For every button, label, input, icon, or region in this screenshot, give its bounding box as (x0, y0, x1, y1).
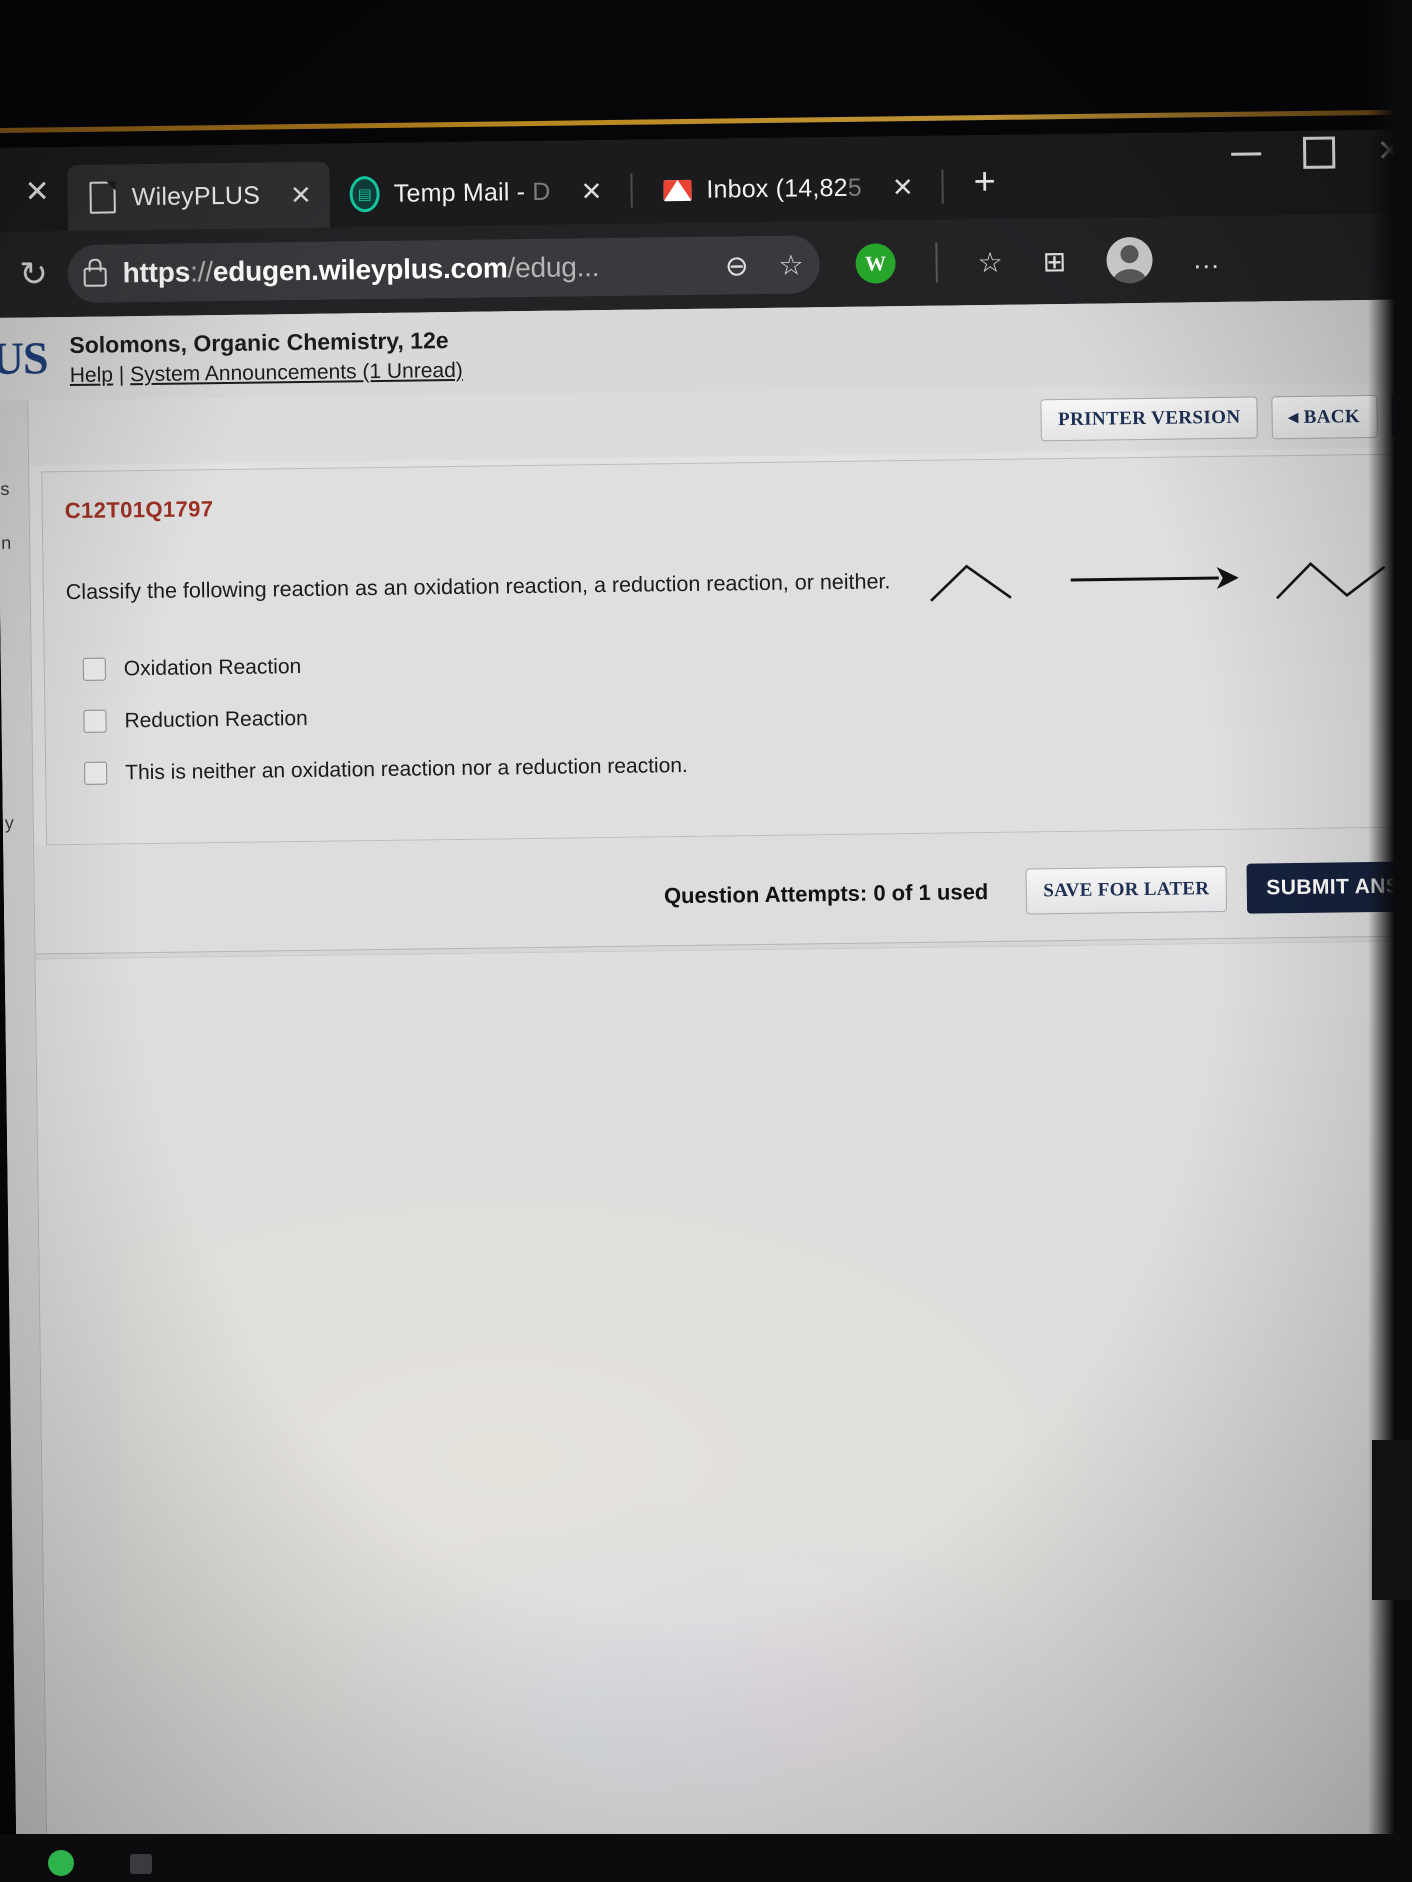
close-icon[interactable]: ✕ (580, 176, 602, 207)
question-prompt: Classify the following reaction as an ox… (65, 569, 891, 605)
checkbox-oxidation[interactable] (82, 657, 106, 682)
submit-answer-button[interactable]: SUBMIT ANSWER (1246, 860, 1412, 914)
close-icon[interactable]: ✕ (892, 171, 914, 202)
content-area: s n y PRINTER VERSION ◂ BACK NEXT ▸ C12T… (0, 381, 1412, 1860)
tab-wileyplus[interactable]: WileyPLUS ✕ (67, 161, 331, 232)
leftmost-close-icon[interactable]: ✕ (10, 175, 68, 232)
screen-content: ✕ WileyPLUS ✕ ▤ Temp Mail - D ✕ Inbox (1… (0, 129, 1412, 1882)
reload-icon[interactable]: ↻ (9, 255, 57, 293)
empty-content-region (35, 940, 1412, 1860)
header-links: Help | System Announcements (1 Unread) (70, 359, 463, 388)
option-neither[interactable]: This is neither an oxidation reaction no… (84, 744, 1412, 786)
tab-divider (941, 169, 944, 204)
reaction-arrow-icon (1070, 566, 1239, 589)
checkbox-neither[interactable] (84, 761, 108, 786)
question-body: Classify the following reaction as an ox… (43, 506, 1412, 625)
reading-list-icon[interactable]: ☆ (977, 245, 1003, 278)
question-attempts: Question Attempts: 0 of 1 used (663, 878, 989, 909)
wiley-extension-icon[interactable]: W (855, 243, 896, 284)
url-input[interactable]: https://edugen.wileyplus.com/edug... ⊖ ☆ (67, 235, 820, 304)
window-controls: ✕ (1231, 135, 1412, 169)
tempmail-icon: ▤ (349, 175, 381, 213)
wileyplus-logo[interactable]: US (0, 331, 48, 384)
option-label: Oxidation Reaction (123, 654, 302, 681)
assignment-pane: PRINTER VERSION ◂ BACK NEXT ▸ C12T01Q179… (28, 381, 1412, 1860)
hydroxyl-label: OH (1394, 555, 1412, 594)
question-footer: Question Attempts: 0 of 1 used SAVE FOR … (34, 826, 1412, 954)
answer-options: Oxidation Reaction Reduction Reaction Th… (44, 605, 1412, 786)
monitor-bezel-highlight (0, 109, 1412, 133)
tab-title-truncated: 5 (847, 173, 863, 202)
rail-item-0[interactable]: s (0, 479, 9, 500)
question-box: C12T01Q1797 Classify the following react… (41, 452, 1412, 846)
course-title: Solomons, Organic Chemistry, 12e (69, 327, 449, 359)
rail-item-2[interactable]: y (5, 813, 14, 834)
links-divider: | (118, 363, 125, 387)
maximize-icon[interactable] (1302, 136, 1336, 169)
tab-divider (630, 173, 633, 208)
bezel-right-panel (1372, 1440, 1412, 1600)
option-label: This is neither an oxidation reaction no… (125, 753, 688, 785)
gmail-icon (662, 175, 692, 205)
url-text: https://edugen.wileyplus.com/edug... (122, 251, 600, 289)
tab-title: Temp Mail - D (393, 177, 551, 208)
page-content: US Solomons, Organic Chemistry, 12e Help… (0, 299, 1412, 1882)
lock-icon (83, 267, 107, 287)
rail-item-1[interactable]: n (1, 533, 11, 554)
product-propanol-structure (1275, 561, 1386, 599)
help-link[interactable]: Help (70, 363, 114, 387)
printer-version-button[interactable]: PRINTER VERSION (1040, 396, 1258, 442)
favorite-star-icon[interactable]: ☆ (778, 248, 804, 281)
profile-avatar-icon[interactable] (1105, 236, 1153, 284)
more-options-icon[interactable]: … (1192, 243, 1220, 275)
tab-gmail-inbox[interactable]: Inbox (14,825 ✕ (642, 154, 932, 224)
taskbar-app-icon-green[interactable] (48, 1850, 74, 1876)
checkbox-reduction[interactable] (83, 709, 107, 734)
minimize-icon[interactable] (1231, 151, 1262, 156)
option-label: Reduction Reaction (124, 706, 308, 733)
option-reduction[interactable]: Reduction Reaction (83, 692, 1412, 734)
new-tab-button[interactable]: + (953, 161, 1018, 220)
collections-icon[interactable]: ⊞ (1042, 244, 1066, 277)
tab-title-truncated: D (532, 177, 551, 206)
toolbar-divider (935, 242, 938, 283)
document-icon (88, 181, 118, 214)
reactant-propene-structure (929, 564, 1012, 602)
tab-title: Inbox (14,825 (706, 173, 863, 204)
tab-temp-mail[interactable]: ▤ Temp Mail - D ✕ (329, 158, 620, 228)
option-oxidation[interactable]: Oxidation Reaction (82, 640, 1412, 682)
close-icon[interactable]: ✕ (290, 179, 312, 210)
system-announcements-link[interactable]: System Announcements (1 Unread) (130, 359, 463, 386)
browser-toolbar-icons: W ☆ ⊞ … (855, 236, 1220, 287)
window-close-icon[interactable]: ✕ (1377, 135, 1403, 168)
zoom-out-icon[interactable]: ⊖ (725, 249, 749, 282)
taskbar-strip (0, 1834, 1412, 1882)
photo-of-screen: ✕ WileyPLUS ✕ ▤ Temp Mail - D ✕ Inbox (1… (0, 0, 1412, 1882)
save-for-later-button[interactable]: SAVE FOR LATER (1025, 865, 1227, 915)
taskbar-app-icon-grey[interactable] (130, 1854, 152, 1874)
next-button[interactable]: NEXT ▸ (1390, 393, 1412, 438)
back-button[interactable]: ◂ BACK (1271, 394, 1378, 440)
product-structure-group: OH (1272, 544, 1412, 608)
reaction-diagram: OH (924, 544, 1412, 613)
tab-title: WileyPLUS (131, 181, 261, 211)
